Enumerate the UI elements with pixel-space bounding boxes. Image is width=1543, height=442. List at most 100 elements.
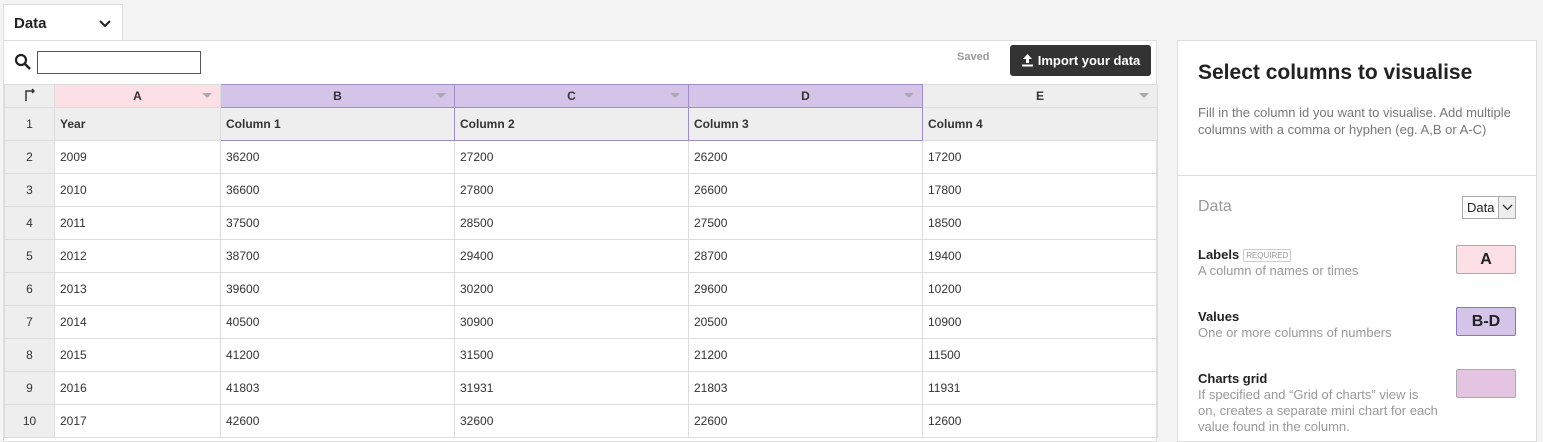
sort-icon[interactable] <box>4 84 55 108</box>
data-select[interactable]: Data <box>1462 196 1516 219</box>
values-input[interactable]: B-D <box>1456 307 1516 336</box>
table-cell[interactable]: Column 3 <box>688 107 923 141</box>
table-cell[interactable]: 41200 <box>220 338 455 372</box>
table-row: 7 2014 40500 30900 20500 10900 <box>4 305 1158 339</box>
table-cell[interactable]: 40500 <box>220 305 455 339</box>
table-cell[interactable]: 2011 <box>54 206 221 240</box>
table-cell[interactable]: 42600 <box>220 404 455 438</box>
labels-title-text: Labels <box>1198 247 1240 262</box>
table-cell[interactable]: 10200 <box>922 272 1158 306</box>
table-cell[interactable]: 2016 <box>54 371 221 405</box>
table-cell[interactable]: 31500 <box>454 338 689 372</box>
table-cell[interactable]: 2013 <box>54 272 221 306</box>
chevron-down-icon[interactable] <box>97 17 113 31</box>
charts-grid-input[interactable] <box>1456 369 1516 398</box>
data-select-value: Data <box>1467 200 1495 215</box>
caret-down-icon[interactable] <box>202 93 212 98</box>
search-input[interactable] <box>37 51 201 74</box>
labels-description: A column of names or times <box>1198 263 1359 278</box>
table-cell[interactable]: 2012 <box>54 239 221 273</box>
table-cell[interactable]: 2010 <box>54 173 221 207</box>
row-number: 2 <box>4 140 55 174</box>
table-cell[interactable]: 18500 <box>922 206 1158 240</box>
tab-data[interactable]: Data <box>3 4 123 41</box>
values-description: One or more columns of numbers <box>1198 325 1392 340</box>
caret-down-icon[interactable] <box>670 93 680 98</box>
table-cell[interactable]: Year <box>54 107 221 141</box>
chevron-down-icon[interactable] <box>1498 197 1515 218</box>
table-cell[interactable]: 28500 <box>454 206 689 240</box>
caret-down-icon[interactable] <box>436 93 446 98</box>
row-number: 1 <box>4 107 55 141</box>
table-cell[interactable]: 17800 <box>922 173 1158 207</box>
column-letter: A <box>133 89 142 103</box>
table-cell[interactable]: 26600 <box>688 173 923 207</box>
table-cell[interactable]: 27500 <box>688 206 923 240</box>
table-cell[interactable]: 39600 <box>220 272 455 306</box>
row-number: 10 <box>4 404 55 438</box>
search-icon <box>14 53 31 70</box>
settings-panel: Select columns to visualise Fill in the … <box>1177 40 1537 442</box>
table-cell[interactable]: 10900 <box>922 305 1158 339</box>
column-letter: B <box>333 89 342 103</box>
required-badge: REQUIRED <box>1243 249 1292 263</box>
table-cell[interactable]: 41803 <box>220 371 455 405</box>
table-cell[interactable]: 20500 <box>688 305 923 339</box>
column-header-a[interactable]: A <box>54 84 221 108</box>
table-row: 6 2013 39600 30200 29600 10200 <box>4 272 1158 306</box>
caret-down-icon[interactable] <box>1139 93 1149 98</box>
table-cell[interactable]: Column 4 <box>922 107 1158 141</box>
column-header-row: A B C D E <box>4 84 1158 108</box>
table-cell[interactable]: 2014 <box>54 305 221 339</box>
table-cell[interactable]: 30900 <box>454 305 689 339</box>
table-cell[interactable]: 26200 <box>688 140 923 174</box>
table-cell[interactable]: 2009 <box>54 140 221 174</box>
table-cell[interactable]: 31931 <box>454 371 689 405</box>
row-number: 7 <box>4 305 55 339</box>
import-data-button[interactable]: Import your data <box>1010 45 1151 76</box>
table-row: 10 2017 42600 32600 22600 12600 <box>4 404 1158 438</box>
table-cell[interactable]: 29400 <box>454 239 689 273</box>
table-cell[interactable]: 28700 <box>688 239 923 273</box>
table-cell[interactable]: Column 2 <box>454 107 689 141</box>
table-cell[interactable]: 27200 <box>454 140 689 174</box>
table-cell[interactable]: 21803 <box>688 371 923 405</box>
table-row: 3 2010 36600 27800 26600 17800 <box>4 173 1158 207</box>
table-cell[interactable]: 17200 <box>922 140 1158 174</box>
labels-input[interactable]: A <box>1456 245 1516 274</box>
table-cell[interactable]: 30200 <box>454 272 689 306</box>
table-cell[interactable]: 32600 <box>454 404 689 438</box>
table-cell[interactable]: 21200 <box>688 338 923 372</box>
row-number: 3 <box>4 173 55 207</box>
table-cell[interactable]: 11500 <box>922 338 1158 372</box>
table-cell[interactable]: 37500 <box>220 206 455 240</box>
table-cell[interactable]: 22600 <box>688 404 923 438</box>
column-header-d[interactable]: D <box>688 84 923 108</box>
table-cell[interactable]: 36600 <box>220 173 455 207</box>
column-header-c[interactable]: C <box>454 84 689 108</box>
column-letter: E <box>1035 89 1044 103</box>
row-number: 8 <box>4 338 55 372</box>
table-cell[interactable]: Column 1 <box>220 107 455 141</box>
saved-status: Saved <box>957 51 990 63</box>
table-cell[interactable]: 2017 <box>54 404 221 438</box>
table-cell[interactable]: 27800 <box>454 173 689 207</box>
caret-down-icon[interactable] <box>904 93 914 98</box>
table-cell[interactable]: 19400 <box>922 239 1158 273</box>
tab-label: Data <box>14 15 47 32</box>
panel-title: Select columns to visualise <box>1198 61 1473 84</box>
table-cell[interactable]: 29600 <box>688 272 923 306</box>
table-cell[interactable]: 38700 <box>220 239 455 273</box>
table-cell[interactable]: 11931 <box>922 371 1158 405</box>
row-number: 5 <box>4 239 55 273</box>
table-cell[interactable]: 36200 <box>220 140 455 174</box>
table-cell[interactable]: 12600 <box>922 404 1158 438</box>
panel-description: Fill in the column id you want to visual… <box>1198 105 1511 137</box>
charts-grid-description: If specified and “Grid of charts” view i… <box>1198 387 1438 434</box>
table-cell[interactable]: 2015 <box>54 338 221 372</box>
column-header-e[interactable]: E <box>922 84 1158 108</box>
column-letter: D <box>801 89 810 103</box>
table-row: 5 2012 38700 29400 28700 19400 <box>4 239 1158 273</box>
data-section-label: Data <box>1198 198 1232 215</box>
column-header-b[interactable]: B <box>220 84 455 108</box>
